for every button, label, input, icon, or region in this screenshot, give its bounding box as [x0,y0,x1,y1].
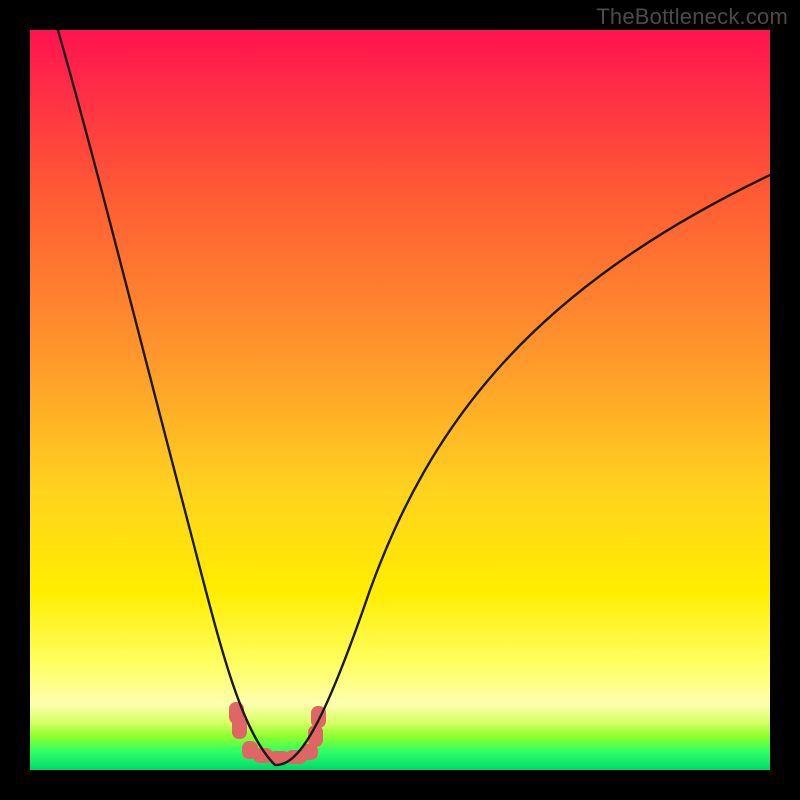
watermark-text: TheBottleneck.com [596,4,788,30]
heat-gradient-background [30,30,770,770]
plot-frame [30,30,770,770]
